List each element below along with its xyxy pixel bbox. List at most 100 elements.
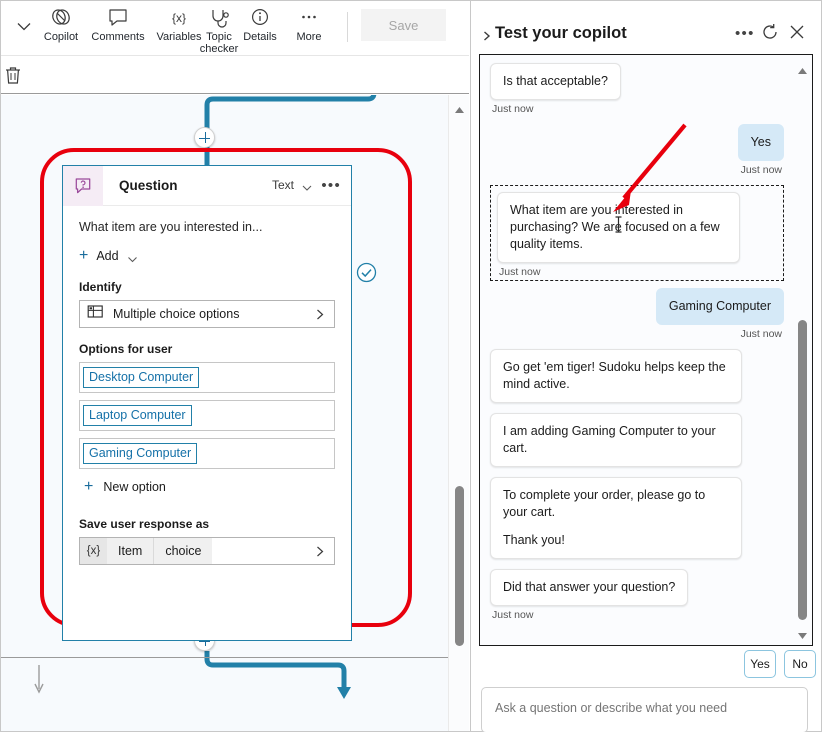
page-title: Test your copilot	[495, 24, 627, 42]
canvas-section-divider	[1, 657, 448, 658]
canvas-scrollbar[interactable]	[448, 95, 469, 731]
chat-message-list: Is that acceptable? Just now Yes Just no…	[480, 55, 794, 645]
test-copilot-header: Test your copilot •••	[471, 1, 822, 56]
chat-text: Did that answer your question?	[503, 580, 676, 594]
copilot-icon	[37, 7, 85, 28]
chevron-down-icon[interactable]	[301, 181, 313, 193]
chat-timestamp: Just now	[740, 328, 782, 340]
test-panel-more-button[interactable]: •••	[735, 25, 755, 42]
chat-scrollbar[interactable]	[793, 55, 812, 645]
comment-icon	[87, 7, 149, 28]
variable-icon: {x}	[80, 538, 107, 564]
cmd-details[interactable]: Details	[235, 7, 285, 43]
chat-bubble: Is that acceptable?	[490, 63, 621, 100]
new-option-label: New option	[103, 480, 166, 494]
cmd-copilot[interactable]: Copilot	[37, 7, 85, 43]
question-prompt-text[interactable]: What item are you interested in...	[79, 220, 335, 234]
chevron-right-icon	[314, 308, 326, 321]
new-option-button[interactable]: + New option	[84, 476, 335, 498]
cmd-more-label: More	[296, 31, 322, 43]
chat-text: Yes	[750, 135, 771, 149]
question-node[interactable]: Question Text ••• What item are you inte…	[62, 165, 352, 641]
identify-select[interactable]: Multiple choice options	[79, 300, 335, 328]
identify-value: Multiple choice options	[113, 307, 240, 321]
chat-message-bot: To complete your order, please go to you…	[490, 477, 784, 559]
flow-canvas[interactable]: Question Text ••• What item are you inte…	[1, 95, 469, 731]
toolbar-divider	[347, 12, 348, 42]
multiple-choice-icon	[87, 304, 104, 324]
chat-bubble: Go get 'em tiger! Sudoku helps keep the …	[490, 349, 742, 403]
option-chip[interactable]: Desktop Computer	[83, 367, 200, 388]
question-type-label[interactable]: Text	[272, 178, 294, 192]
plus-icon: +	[84, 478, 94, 495]
chat-text: I am adding Gaming Computer to your cart…	[503, 424, 716, 455]
chevron-down-icon	[127, 252, 138, 263]
cmd-details-label: Details	[243, 31, 277, 43]
chat-bubble: I am adding Gaming Computer to your cart…	[490, 413, 742, 467]
suggested-reply-no[interactable]: No	[784, 650, 816, 678]
chat-bubble: Yes	[737, 124, 784, 161]
chevron-right-icon	[314, 545, 326, 558]
option-row[interactable]: Laptop Computer	[79, 400, 335, 431]
variable-scope: Item	[107, 538, 154, 564]
chat-message-user: Yes	[490, 124, 784, 161]
add-label: Add	[96, 249, 119, 263]
cmd-comments-label: Comments	[91, 31, 145, 43]
cmd-comments[interactable]: Comments	[87, 7, 149, 43]
option-chip[interactable]: Laptop Computer	[83, 405, 192, 426]
options-label: Options for user	[79, 342, 173, 356]
text-cursor	[615, 216, 622, 233]
question-node-body: What item are you interested in... + Add…	[63, 206, 351, 565]
option-row[interactable]: Desktop Computer	[79, 362, 335, 393]
scroll-down-icon[interactable]	[797, 627, 808, 645]
chat-timestamp: Just now	[499, 266, 541, 278]
test-copilot-pane: Test your copilot ••• Is that acceptable…	[470, 1, 822, 732]
chevron-right-icon[interactable]	[483, 28, 491, 41]
chat-message-bot: What item are you interested in purchasi…	[497, 192, 777, 263]
add-node-button-top[interactable]	[194, 127, 215, 148]
delete-icon[interactable]	[3, 65, 23, 86]
question-node-title: Question	[119, 178, 178, 193]
question-node-header: Question Text •••	[63, 165, 351, 206]
chat-text: Is that acceptable?	[503, 74, 608, 88]
option-row[interactable]: Gaming Computer	[79, 438, 335, 469]
scroll-up-icon[interactable]	[797, 62, 808, 80]
add-message-button[interactable]: + Add	[79, 246, 335, 266]
scroll-up-icon[interactable]	[454, 101, 465, 119]
option-chip[interactable]: Gaming Computer	[83, 443, 198, 464]
cmd-more[interactable]: More	[287, 7, 331, 43]
chat-bubble: Did that answer your question?	[490, 569, 689, 606]
save-response-variable-select[interactable]: {x} Item choice	[79, 537, 335, 565]
chat-input[interactable]	[495, 701, 795, 715]
chat-scrollbar-thumb[interactable]	[798, 320, 807, 620]
collapse-chevron-icon[interactable]	[13, 15, 35, 37]
chat-message-highlighted: What item are you interested in purchasi…	[490, 185, 784, 281]
chat-text: Gaming Computer	[668, 299, 771, 313]
chat-message-bot: Did that answer your question?	[490, 569, 784, 606]
node-action-bar	[1, 57, 469, 94]
canvas-scrollbar-thumb[interactable]	[455, 486, 464, 646]
question-node-more-button[interactable]: •••	[321, 177, 341, 194]
chat-bubble: Gaming Computer	[655, 288, 784, 325]
chat-timestamp: Just now	[740, 164, 782, 176]
chat-message-bot: Is that acceptable?	[490, 63, 784, 100]
save-button[interactable]: Save	[361, 9, 446, 41]
authoring-canvas-pane: Copilot Comments {x} Variables Topic che…	[1, 1, 469, 731]
question-bubble-icon	[63, 165, 103, 206]
suggested-reply-yes[interactable]: Yes	[744, 650, 776, 678]
command-bar: Copilot Comments {x} Variables Topic che…	[1, 1, 469, 56]
close-icon[interactable]	[788, 23, 806, 41]
refresh-icon[interactable]	[761, 23, 779, 41]
chat-message-bot: Go get 'em tiger! Sudoku helps keep the …	[490, 349, 784, 403]
identify-label: Identify	[79, 280, 122, 294]
node-valid-check-icon	[356, 262, 377, 283]
chat-composer[interactable]	[481, 687, 808, 732]
chat-timestamp: Just now	[492, 609, 534, 621]
save-response-label: Save user response as	[79, 517, 210, 531]
ellipsis-icon	[287, 7, 331, 28]
suggested-replies: Yes No	[471, 650, 816, 680]
svg-text:{x}: {x}	[172, 11, 186, 25]
chat-message-user: Gaming Computer	[490, 288, 784, 325]
